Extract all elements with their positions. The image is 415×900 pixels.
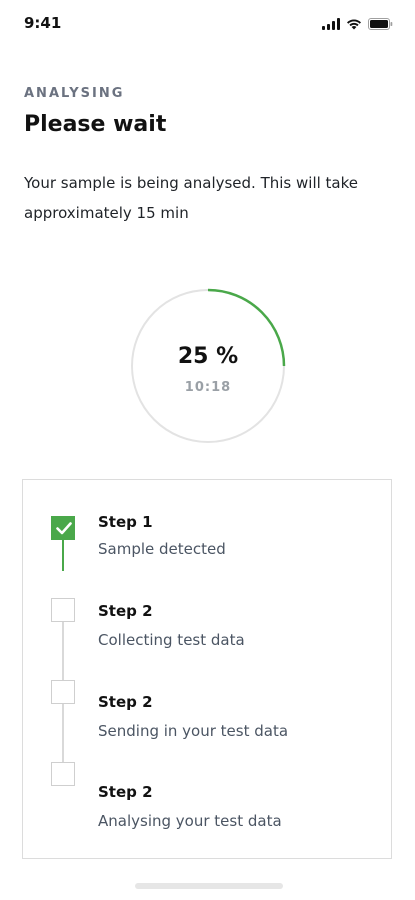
wifi-icon bbox=[346, 18, 362, 30]
step-subtitle: Analysing your test data bbox=[98, 812, 282, 830]
status-time: 9:41 bbox=[24, 14, 62, 32]
step-checkbox-1 bbox=[51, 516, 75, 540]
steps-card: Step 1 Sample detected Step 2 Collecting… bbox=[22, 479, 392, 859]
progress-time: 10:18 bbox=[184, 380, 232, 395]
status-bar: 9:41 bbox=[0, 0, 415, 44]
step-connector-1 bbox=[62, 540, 64, 571]
check-icon bbox=[56, 522, 72, 535]
step-connector-2 bbox=[62, 622, 64, 680]
step-checkbox-4 bbox=[51, 762, 75, 786]
page-title: Please wait bbox=[24, 112, 167, 137]
status-eyebrow: ANALYSING bbox=[24, 86, 125, 101]
step-title: Step 2 bbox=[98, 602, 153, 620]
step-title: Step 2 bbox=[98, 693, 153, 711]
step-subtitle: Sending in your test data bbox=[98, 722, 289, 740]
page-description: Your sample is being analysed. This will… bbox=[24, 174, 359, 222]
battery-icon bbox=[368, 18, 393, 30]
progress-ring: 25 % 10:18 bbox=[130, 288, 286, 444]
step-subtitle: Sample detected bbox=[98, 540, 226, 558]
step-subtitle: Collecting test data bbox=[98, 631, 245, 649]
step-connector-3 bbox=[62, 704, 64, 762]
status-icons bbox=[322, 16, 393, 30]
step-checkbox-2 bbox=[51, 598, 75, 622]
progress-percent: 25 % bbox=[177, 344, 239, 369]
step-title: Step 2 bbox=[98, 783, 153, 801]
home-indicator bbox=[135, 883, 283, 889]
step-title: Step 1 bbox=[98, 513, 153, 531]
step-checkbox-3 bbox=[51, 680, 75, 704]
signal-icon bbox=[322, 18, 340, 30]
